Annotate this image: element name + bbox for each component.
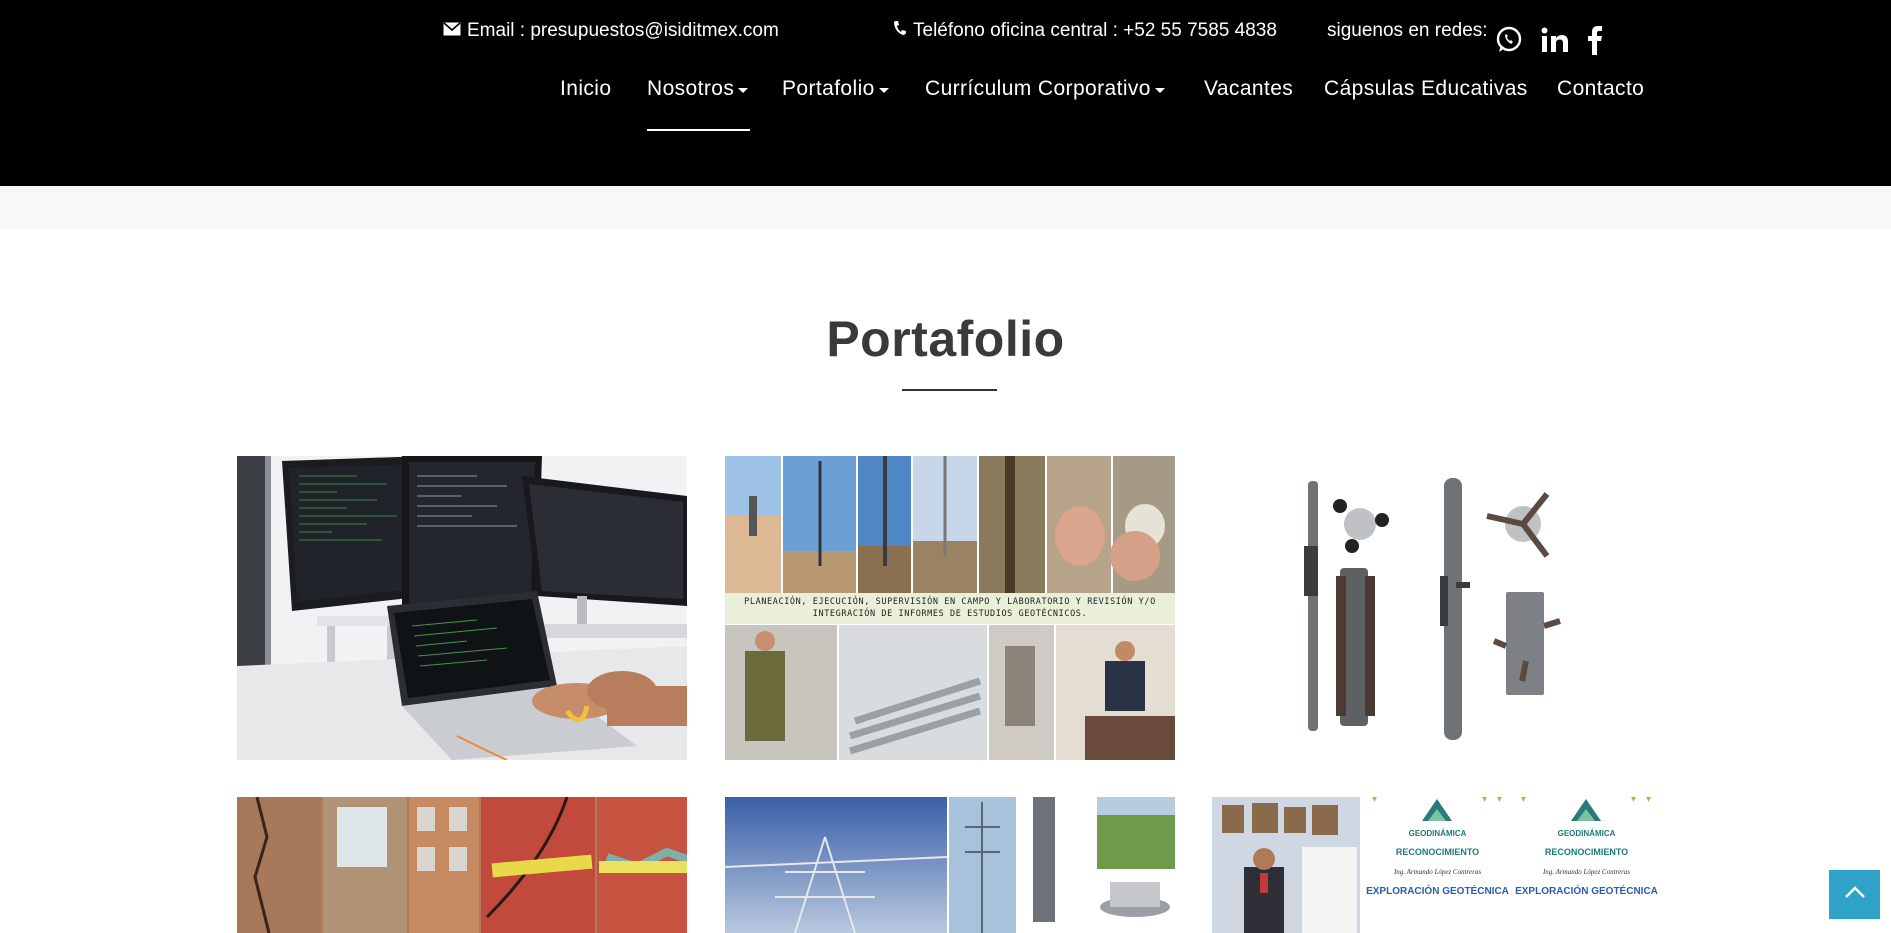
nav-label: Cápsulas Educativas [1324, 77, 1528, 100]
page-title: Portafolio [826, 311, 1065, 367]
whatsapp-icon[interactable] [1495, 24, 1523, 56]
anchor-bars-render [1212, 456, 1662, 760]
geodinamica-logo [1521, 797, 1651, 821]
nav-label: Inicio [560, 77, 612, 100]
breadcrumb-band [0, 186, 1891, 229]
portfolio-tile-geotechnical[interactable]: PLANEACIÓN, EJECUCIÓN, SUPERVISIÓN EN CA… [725, 456, 1175, 760]
phone-icon [893, 20, 907, 42]
back-to-top-button[interactable] [1829, 870, 1880, 919]
portfolio-tile-recognition[interactable]: GEODINÁMICA RECONOCIMIENTO Ing. Armando … [1212, 797, 1662, 933]
email-text: Email : presupuestos@isiditmex.com [467, 20, 779, 41]
social-label: siguenos en redes: [1327, 20, 1488, 42]
portfolio-tile-towers[interactable] [725, 797, 1175, 933]
caret-down-icon [878, 87, 889, 93]
geotechnical-caption: PLANEACIÓN, EJECUCIÓN, SUPERVISIÓN EN CA… [725, 593, 1175, 624]
certificate-title: RECONOCIMIENTO [1544, 847, 1629, 857]
facebook-icon[interactable] [1587, 24, 1603, 56]
social-links [1495, 24, 1603, 56]
cracks-collage [237, 797, 687, 933]
email-contact[interactable]: Email : presupuestos@isiditmex.com [443, 20, 779, 42]
certificate-org: GEODINÁMICA [1408, 829, 1467, 838]
chevron-up-icon [1844, 885, 1866, 904]
certificate-recipient: Ing. Armando López Contreras [1393, 868, 1482, 876]
caret-down-icon [738, 87, 749, 93]
nav-item-contacto[interactable]: Contacto [1557, 77, 1644, 101]
social-label-text: siguenos en redes: [1327, 20, 1488, 41]
caption-line-2: INTEGRACIÓN DE INFORMES DE ESTUDIOS GEOT… [812, 609, 1088, 619]
certificate-1: GEODINÁMICA RECONOCIMIENTO Ing. Armando … [1362, 797, 1513, 933]
caret-down-icon [1154, 87, 1165, 93]
contact-topbar: Email : presupuestos@isiditmex.com Teléf… [0, 16, 1891, 55]
nav-label: Nosotros [647, 77, 735, 100]
certificate-subject: EXPLORACIÓN GEOTÉCNICA [1515, 886, 1658, 897]
envelope-icon [443, 20, 461, 42]
linkedin-icon[interactable] [1541, 24, 1569, 56]
computers-illustration [237, 456, 687, 760]
nav-label: Currículum Corporativo [925, 77, 1151, 100]
certificate-2: GEODINÁMICA RECONOCIMIENTO Ing. Armando … [1511, 797, 1662, 933]
nav-item-portafolio[interactable]: Portafolio [782, 77, 889, 101]
certificate-subject: EXPLORACIÓN GEOTÉCNICA [1366, 886, 1509, 897]
nav-item-inicio[interactable]: Inicio [560, 77, 611, 101]
certificate-title: RECONOCIMIENTO [1395, 847, 1480, 857]
portfolio-tile-anchors[interactable] [1212, 456, 1662, 760]
phone-text: Teléfono oficina central : +52 55 7585 4… [913, 20, 1277, 41]
certificate-recipient: Ing. Armando López Contreras [1542, 868, 1631, 876]
nav-active-indicator [647, 129, 750, 131]
nav-label: Contacto [1557, 77, 1645, 100]
certificate-org: GEODINÁMICA [1557, 829, 1616, 838]
nav-item-nosotros[interactable]: Nosotros [647, 77, 749, 101]
nav-label: Vacantes [1204, 77, 1294, 100]
title-underline [902, 389, 997, 391]
main-nav: Inicio Nosotros Portafolio Currículum Co… [0, 73, 1891, 133]
portfolio-tile-software[interactable] [237, 456, 687, 760]
towers-collage [725, 797, 1175, 933]
caption-line-1: PLANEACIÓN, EJECUCIÓN, SUPERVISIÓN EN CA… [744, 597, 1156, 607]
nav-item-curriculum[interactable]: Currículum Corporativo [925, 77, 1165, 101]
portfolio-tile-structural[interactable] [237, 797, 687, 933]
nav-item-vacantes[interactable]: Vacantes [1204, 77, 1293, 101]
geodinamica-logo [1372, 797, 1502, 821]
site-header: Email : presupuestos@isiditmex.com Teléf… [0, 0, 1891, 186]
nav-label: Portafolio [782, 77, 875, 100]
phone-contact[interactable]: Teléfono oficina central : +52 55 7585 4… [893, 20, 1277, 42]
nav-item-capsulas[interactable]: Cápsulas Educativas [1324, 77, 1528, 101]
